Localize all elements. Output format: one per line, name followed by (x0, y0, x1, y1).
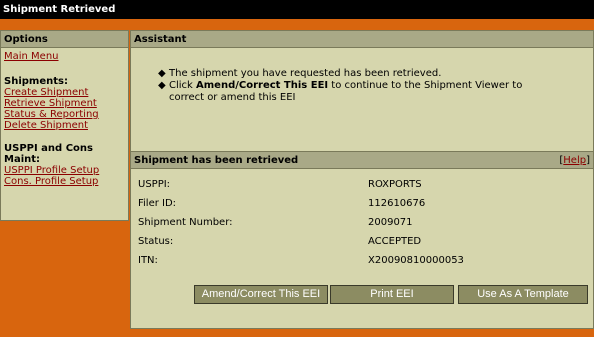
assistant-title: Assistant (131, 31, 593, 48)
assistant-bullet-2-bold: Amend/Correct This EEI (196, 80, 329, 91)
retrieve-shipment-link[interactable]: Retrieve Shipment (4, 98, 125, 109)
itn-value: X20090810000053 (368, 255, 464, 266)
assistant-bullet-2-post: to continue to the Shipment Viewer to (328, 80, 523, 91)
main-menu-link[interactable]: Main Menu (4, 51, 125, 62)
cons-profile-setup-link[interactable]: Cons. Profile Setup (4, 176, 125, 187)
usppi-heading-line2: Maint: (4, 154, 41, 165)
usppi-label: USPPI: (138, 179, 171, 190)
retrieved-title-text: Shipment has been retrieved (134, 155, 299, 166)
shipments-heading: Shipments: (4, 76, 68, 87)
window-title: Shipment Retrieved (0, 0, 594, 19)
status-label: Status: (138, 236, 174, 247)
options-title: Options (1, 31, 128, 48)
assistant-bullet-1-text: The shipment you have requested has been… (169, 68, 442, 79)
filer-id-value: 112610676 (368, 198, 426, 209)
print-eei-button[interactable]: Print EEI (330, 285, 454, 304)
help-link[interactable]: Help (563, 155, 586, 166)
shipment-number-value: 2009071 (368, 217, 413, 228)
help-link-wrapper: [Help] (559, 155, 590, 166)
assistant-bullet-2-line2: correct or amend this EEI (169, 92, 296, 103)
options-panel: Options Main Menu Shipments: Create Ship… (0, 30, 129, 221)
create-shipment-link[interactable]: Create Shipment (4, 87, 125, 98)
assistant-bullet-2: ◆ Click Amend/Correct This EEI to contin… (155, 80, 593, 104)
assistant-panel: Assistant ◆ The shipment you have reques… (130, 30, 594, 156)
shipment-retrieved-panel: Shipment has been retrieved [Help] USPPI… (130, 151, 594, 329)
status-value: ACCEPTED (368, 236, 422, 247)
shipment-number-label: Shipment Number: (138, 217, 233, 228)
itn-label: ITN: (138, 255, 158, 266)
retrieved-title: Shipment has been retrieved [Help] (131, 152, 593, 169)
assistant-bullet-1: ◆ The shipment you have requested has be… (155, 68, 593, 80)
filer-id-label: Filer ID: (138, 198, 177, 209)
usppi-profile-setup-link[interactable]: USPPI Profile Setup (4, 165, 125, 176)
use-as-template-button[interactable]: Use As A Template (458, 285, 588, 304)
assistant-bullet-2-pre: Click (169, 80, 197, 91)
bullet-icon: ◆ (158, 68, 166, 79)
amend-correct-button[interactable]: Amend/Correct This EEI (194, 285, 328, 304)
usppi-heading: USPPI and Cons (4, 143, 93, 154)
bullet-icon: ◆ (158, 80, 166, 91)
status-reporting-link[interactable]: Status & Reporting (4, 109, 125, 120)
delete-shipment-link[interactable]: Delete Shipment (4, 120, 125, 131)
usppi-value: ROXPORTS (368, 179, 422, 190)
